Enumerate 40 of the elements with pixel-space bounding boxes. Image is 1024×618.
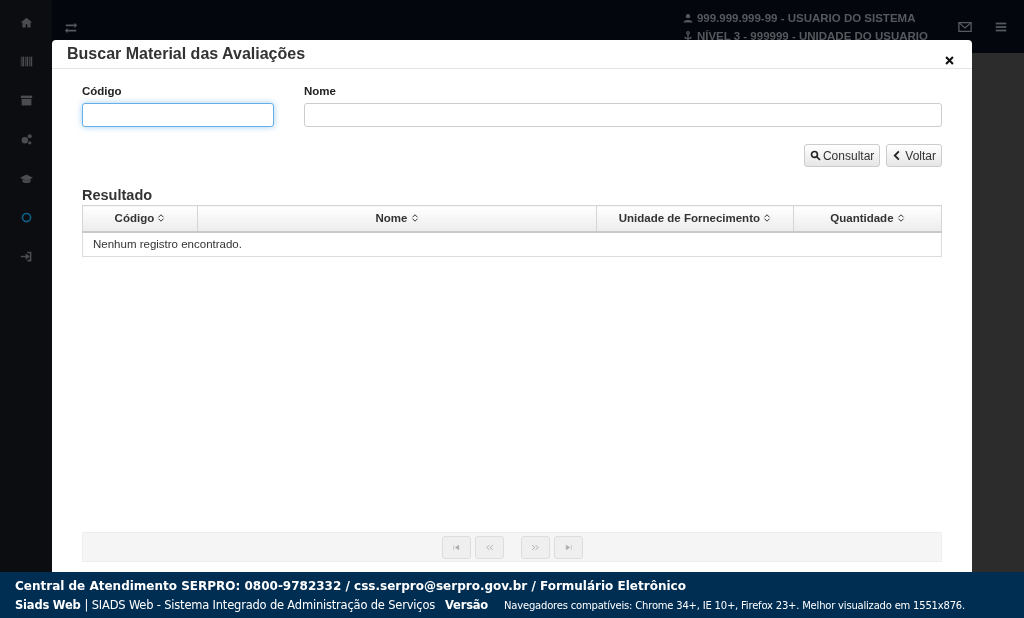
envelope-icon[interactable] bbox=[958, 19, 972, 34]
input-field[interactable] bbox=[82, 103, 274, 127]
sort-icon bbox=[410, 213, 419, 224]
empty-message: Nenhum registro encontrado. bbox=[82, 231, 942, 256]
sort-icon bbox=[896, 213, 905, 224]
dialog-title: Buscar Material das Avaliações bbox=[67, 45, 306, 63]
gears-icon[interactable] bbox=[19, 132, 33, 146]
search-button[interactable]: Consultar bbox=[803, 144, 881, 167]
version-label: Versão bbox=[445, 597, 489, 612]
circle-icon[interactable] bbox=[19, 210, 33, 224]
column-header[interactable]: Código bbox=[82, 205, 198, 232]
double-right-icon bbox=[530, 542, 540, 552]
field-label: Código bbox=[82, 85, 123, 97]
column-header[interactable]: Nome bbox=[197, 205, 597, 232]
sort-icon bbox=[763, 213, 772, 224]
home-icon[interactable] bbox=[19, 15, 33, 29]
double-left-icon bbox=[484, 542, 494, 552]
app-description: | SIADS Web - Sistema Integrado de Administração de Serviços bbox=[84, 597, 435, 612]
skip-first-icon bbox=[451, 542, 461, 552]
input-field[interactable] bbox=[304, 103, 942, 127]
graduation-cap-icon[interactable] bbox=[19, 171, 33, 185]
barcode-icon[interactable] bbox=[19, 54, 33, 68]
section-title: Resultado bbox=[82, 187, 154, 203]
browser-info: Navegadores compatíveis: Chrome 34+, IE 10+, Firefox 23+. Melhor visualizado em 1551x876. bbox=[504, 599, 965, 611]
column-header[interactable]: Quantidade bbox=[793, 205, 942, 232]
contact-info: Central de Atendimento SERPRO: 0800-9782332 / css.serpro@serpro.gov.br / Formulário Eletrônico bbox=[15, 578, 687, 593]
app-name: Siads Web bbox=[15, 597, 81, 612]
search-icon bbox=[809, 150, 821, 161]
field-label: Nome bbox=[304, 85, 337, 97]
user-name: 999.999.999-99 - USUARIO DO SISTEMA bbox=[696, 11, 916, 24]
user-unit: NÍVEL 3 - 999999 - UNIDADE DO USUARIO bbox=[696, 29, 928, 42]
back-button[interactable]: Voltar bbox=[886, 144, 942, 167]
user-icon bbox=[682, 12, 693, 23]
skip-last-icon bbox=[563, 542, 573, 552]
column-header[interactable]: Unidade de Fornecimento bbox=[596, 205, 794, 232]
sign-in-icon[interactable] bbox=[19, 249, 33, 263]
anchor-icon bbox=[682, 30, 693, 41]
close-icon[interactable] bbox=[944, 54, 955, 66]
sort-icon bbox=[157, 213, 166, 224]
archive-icon[interactable] bbox=[19, 93, 33, 107]
